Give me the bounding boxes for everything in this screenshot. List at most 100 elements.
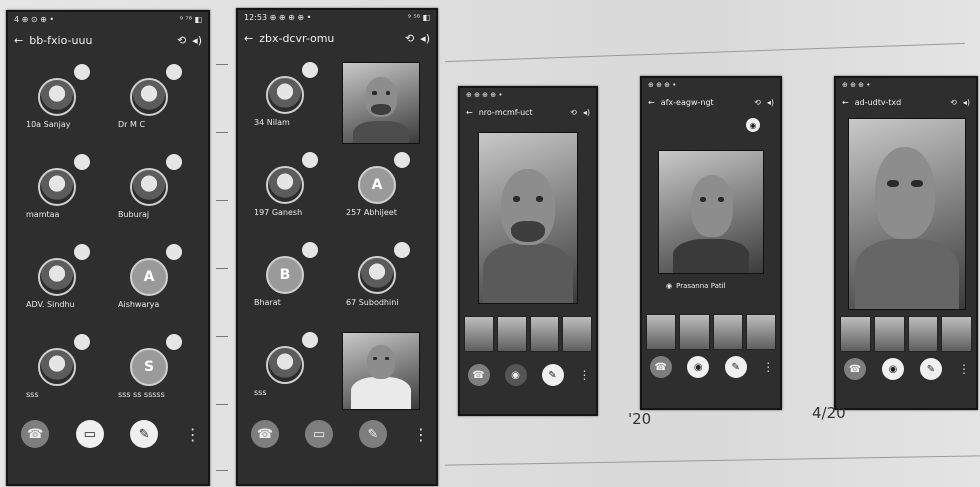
- mic-toggle-button[interactable]: ✎: [541, 364, 564, 386]
- avatar: [266, 76, 304, 114]
- thumbnail[interactable]: [496, 316, 527, 352]
- participant-tile[interactable]: A 257 Abhijeet: [340, 152, 424, 230]
- meeting-code[interactable]: afx-eagw-ngt: [661, 98, 748, 107]
- more-vert-icon[interactable]: ⋮: [762, 360, 774, 374]
- thumbnail[interactable]: [562, 316, 592, 352]
- participant-tile[interactable]: sss: [248, 332, 332, 410]
- meeting-code[interactable]: zbx-dcvr-omu: [259, 32, 399, 45]
- meeting-code[interactable]: ad-udtv-txd: [855, 98, 944, 107]
- status-left: ⊕ ⊕ ⊕ •: [648, 81, 677, 89]
- speaker-icon[interactable]: ◂): [583, 108, 590, 117]
- thumbnail[interactable]: [745, 314, 776, 350]
- call-controls: ☎ ▭ ✎ ⋮: [8, 420, 208, 448]
- mic-muted-icon: [74, 154, 90, 170]
- call-controls: ☎ ◉ ✎ ⋮: [642, 356, 780, 378]
- back-arrow-icon[interactable]: ←: [842, 98, 849, 107]
- status-bar: 4 ⊕ ⊙ ⊕ • ⁹ ⁷⁸ ◧: [14, 15, 202, 25]
- participant-tile[interactable]: 34 Nilam: [248, 62, 332, 140]
- handwritten-date-1: '20: [628, 410, 652, 428]
- thumbnail[interactable]: [679, 314, 710, 350]
- end-call-button[interactable]: ☎: [21, 420, 50, 448]
- participant-tile[interactable]: S sss ss sssss: [112, 334, 196, 412]
- avatar: A: [130, 258, 168, 296]
- main-video[interactable]: [848, 118, 966, 310]
- status-bar: 12:53 ⊕ ⊕ ⊕ ⊕ • ⁹ ⁵⁸ ◧: [244, 13, 430, 23]
- back-arrow-icon[interactable]: ←: [14, 34, 23, 47]
- participant-name: 10a Sanjay: [26, 120, 71, 129]
- thumbnail[interactable]: [907, 316, 939, 352]
- participant-video-tile[interactable]: [342, 62, 420, 144]
- more-vert-icon[interactable]: ⋮: [958, 362, 970, 376]
- thumbnail[interactable]: [646, 314, 677, 350]
- back-arrow-icon[interactable]: ←: [466, 108, 473, 117]
- participant-tile[interactable]: 197 Ganesh: [248, 152, 332, 230]
- mic-toggle-button[interactable]: ✎: [359, 420, 387, 448]
- camera-switch-icon[interactable]: ⟲: [754, 98, 761, 107]
- mic-toggle-button[interactable]: ✎: [130, 420, 159, 448]
- mic-toggle-button[interactable]: ✎: [920, 358, 942, 380]
- participant-name: Dr M C: [118, 120, 146, 129]
- participant-tile[interactable]: mamtaa: [20, 154, 104, 232]
- end-call-button[interactable]: ☎: [467, 364, 490, 386]
- more-vert-icon[interactable]: ⋮: [579, 368, 591, 382]
- camera-switch-icon[interactable]: ⟲: [950, 98, 957, 107]
- main-video[interactable]: [478, 132, 578, 304]
- participant-name: sss ss sssss: [118, 390, 165, 399]
- thumbnail[interactable]: [941, 316, 972, 352]
- participant-tile[interactable]: 67 Subodhini: [340, 242, 424, 320]
- status-left: 12:53 ⊕ ⊕ ⊕ ⊕ •: [244, 13, 312, 22]
- camera-switch-icon[interactable]: ⟲: [177, 34, 186, 47]
- meeting-code[interactable]: bb-fxio-uuu: [29, 34, 171, 47]
- video-toggle-button[interactable]: ▭: [75, 420, 104, 448]
- more-vert-icon[interactable]: ⋮: [185, 425, 201, 444]
- margin-tick: [216, 268, 228, 269]
- end-call-button[interactable]: ☎: [649, 356, 672, 378]
- speaker-icon[interactable]: ◂): [767, 98, 774, 107]
- status-bar: ⊕ ⊕ ⊕ •: [648, 81, 774, 91]
- mic-off-icon: ✎: [548, 369, 557, 381]
- mic-off-icon: ✎: [367, 426, 379, 442]
- self-view-icon[interactable]: ◉: [746, 118, 760, 132]
- thumbnail[interactable]: [840, 316, 871, 352]
- participant-tile[interactable]: A Aishwarya: [112, 244, 196, 322]
- video-toggle-button[interactable]: ▭: [305, 420, 333, 448]
- meeting-code[interactable]: nro-mcmf-uct: [479, 108, 564, 117]
- mic-toggle-button[interactable]: ✎: [724, 356, 747, 378]
- participant-name: 257 Abhijeet: [346, 208, 397, 217]
- thumbnail[interactable]: [529, 316, 560, 352]
- back-arrow-icon[interactable]: ←: [244, 32, 253, 45]
- camera-switch-icon[interactable]: ⟲: [405, 32, 414, 45]
- participant-tile[interactable]: sss: [20, 334, 104, 412]
- participant-tile[interactable]: Buburaj: [112, 154, 196, 232]
- speaker-icon[interactable]: ◂): [192, 34, 202, 47]
- participant-tile[interactable]: 10a Sanjay: [20, 64, 104, 142]
- video-toggle-button[interactable]: ◉: [504, 364, 527, 386]
- end-call-button[interactable]: ☎: [251, 420, 279, 448]
- thumbnail[interactable]: [464, 316, 494, 352]
- participant-tile[interactable]: B Bharat: [248, 242, 332, 320]
- thumbnail[interactable]: [712, 314, 743, 350]
- phone-screenshot-1: 4 ⊕ ⊙ ⊕ • ⁹ ⁷⁸ ◧ ← bb-fxio-uuu ⟲ ◂) 10a …: [6, 10, 210, 486]
- camera-switch-icon[interactable]: ⟲: [570, 108, 577, 117]
- participant-thumbnails: [646, 314, 776, 350]
- participant-tile[interactable]: Dr M C: [112, 64, 196, 142]
- call-controls: ☎ ◉ ✎ ⋮: [460, 364, 596, 386]
- video-toggle-button[interactable]: ◉: [882, 358, 904, 380]
- margin-tick: [216, 404, 228, 405]
- mic-muted-icon: [74, 244, 90, 260]
- participant-tile[interactable]: ADV. Sindhu: [20, 244, 104, 322]
- phone-screenshot-4: ⊕ ⊕ ⊕ • ← afx-eagw-ngt ⟲ ◂) ◉ ◉ Prasanna…: [640, 76, 782, 410]
- participant-name: Aishwarya: [118, 300, 160, 309]
- speaker-icon[interactable]: ◂): [420, 32, 430, 45]
- end-call-button[interactable]: ☎: [844, 358, 866, 380]
- video-toggle-button[interactable]: ◉: [687, 356, 710, 378]
- back-arrow-icon[interactable]: ←: [648, 98, 655, 107]
- avatar: [38, 348, 76, 386]
- speaker-icon[interactable]: ◂): [963, 98, 970, 107]
- participant-video-tile[interactable]: [342, 332, 420, 410]
- thumbnail[interactable]: [873, 316, 905, 352]
- main-video[interactable]: [658, 150, 764, 274]
- margin-tick: [216, 200, 228, 201]
- more-vert-icon[interactable]: ⋮: [413, 425, 429, 444]
- avatar: [38, 168, 76, 206]
